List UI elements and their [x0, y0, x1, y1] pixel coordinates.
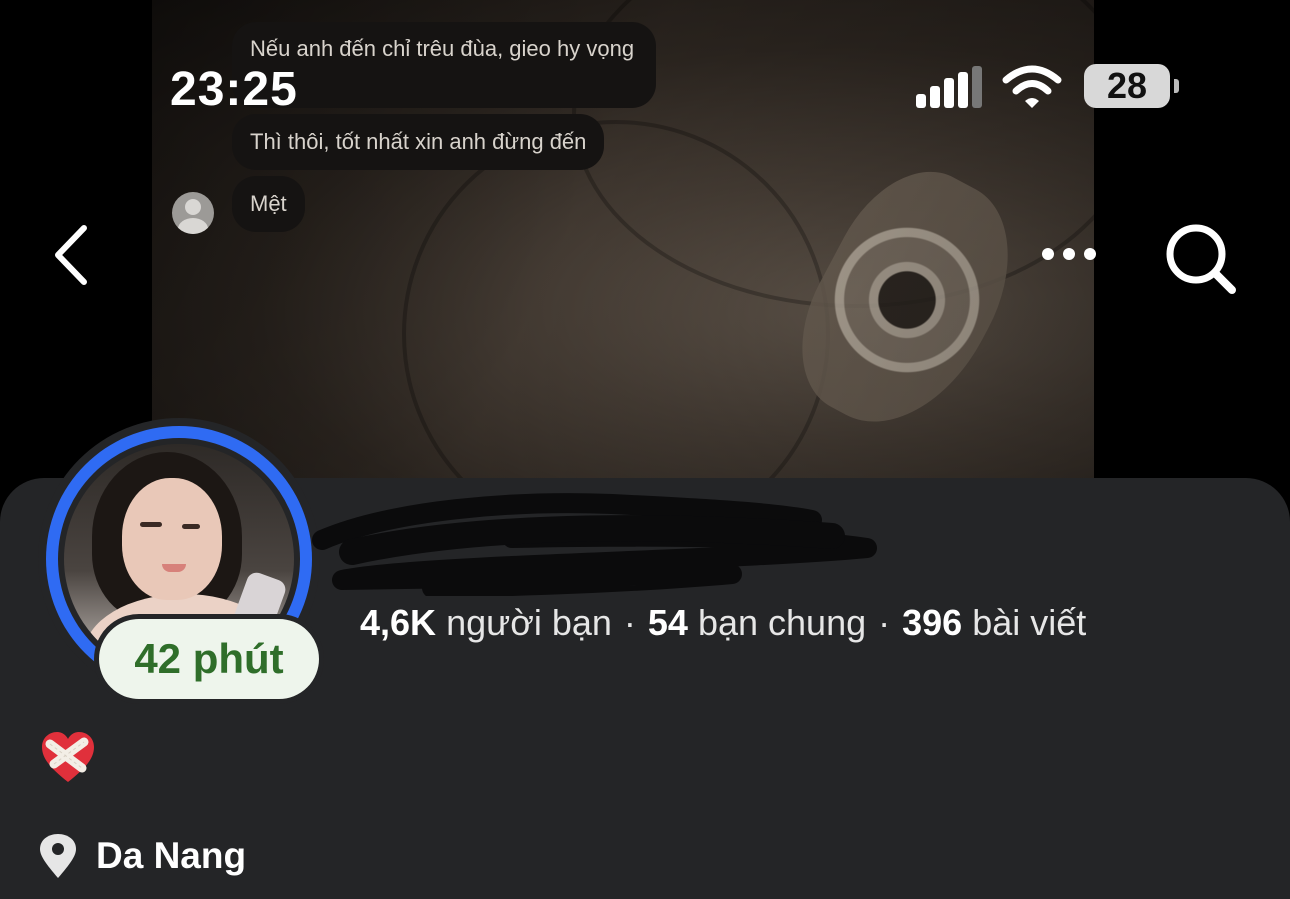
search-button[interactable] [1160, 220, 1240, 296]
battery-level: 28 [1106, 65, 1148, 106]
posts-count: 396 [902, 602, 963, 643]
message-text: Thì thôi, tốt nhất xin anh đừng đến [250, 129, 587, 154]
profile-stats: 4,6K người bạn · 54 bạn chung · 396 bài viết [360, 602, 1086, 644]
more-options-button[interactable] [1034, 236, 1104, 272]
stats-separator: · [623, 602, 636, 643]
search-icon [1166, 224, 1236, 294]
friends-label: người bạn [446, 602, 612, 643]
message-bubble: Thì thôi, tốt nhất xin anh đừng đến [232, 114, 605, 170]
wifi-icon [1002, 65, 1062, 108]
location-pin-icon [40, 834, 76, 878]
active-time-text: 42 phút [134, 635, 284, 682]
message-text: Mệt [250, 191, 287, 216]
message-text: Nếu anh đến chỉ trêu đùa, gieo hy vọng [250, 36, 635, 61]
chevron-left-icon [55, 225, 87, 285]
back-button[interactable] [40, 222, 100, 288]
mutual-count: 54 [647, 602, 688, 643]
message-bubble: Mệt [232, 176, 305, 232]
status-time: 23:25 [170, 63, 298, 116]
location-text: Da Nang [96, 835, 247, 876]
friends-count: 4,6K [360, 602, 437, 643]
chat-avatar-icon [172, 192, 214, 234]
redacted-name-scribble [312, 493, 877, 596]
mutual-label: bạn chung [697, 602, 867, 643]
cellular-signal-icon [916, 66, 982, 108]
location-row: Da Nang [38, 832, 246, 880]
active-time-badge: 42 phút [94, 614, 324, 704]
mending-heart-icon [42, 732, 94, 782]
battery-indicator: 28 [1084, 64, 1179, 108]
stats-separator: · [878, 602, 891, 643]
more-horizontal-icon [1042, 248, 1096, 260]
posts-label: bài viết [972, 602, 1087, 643]
